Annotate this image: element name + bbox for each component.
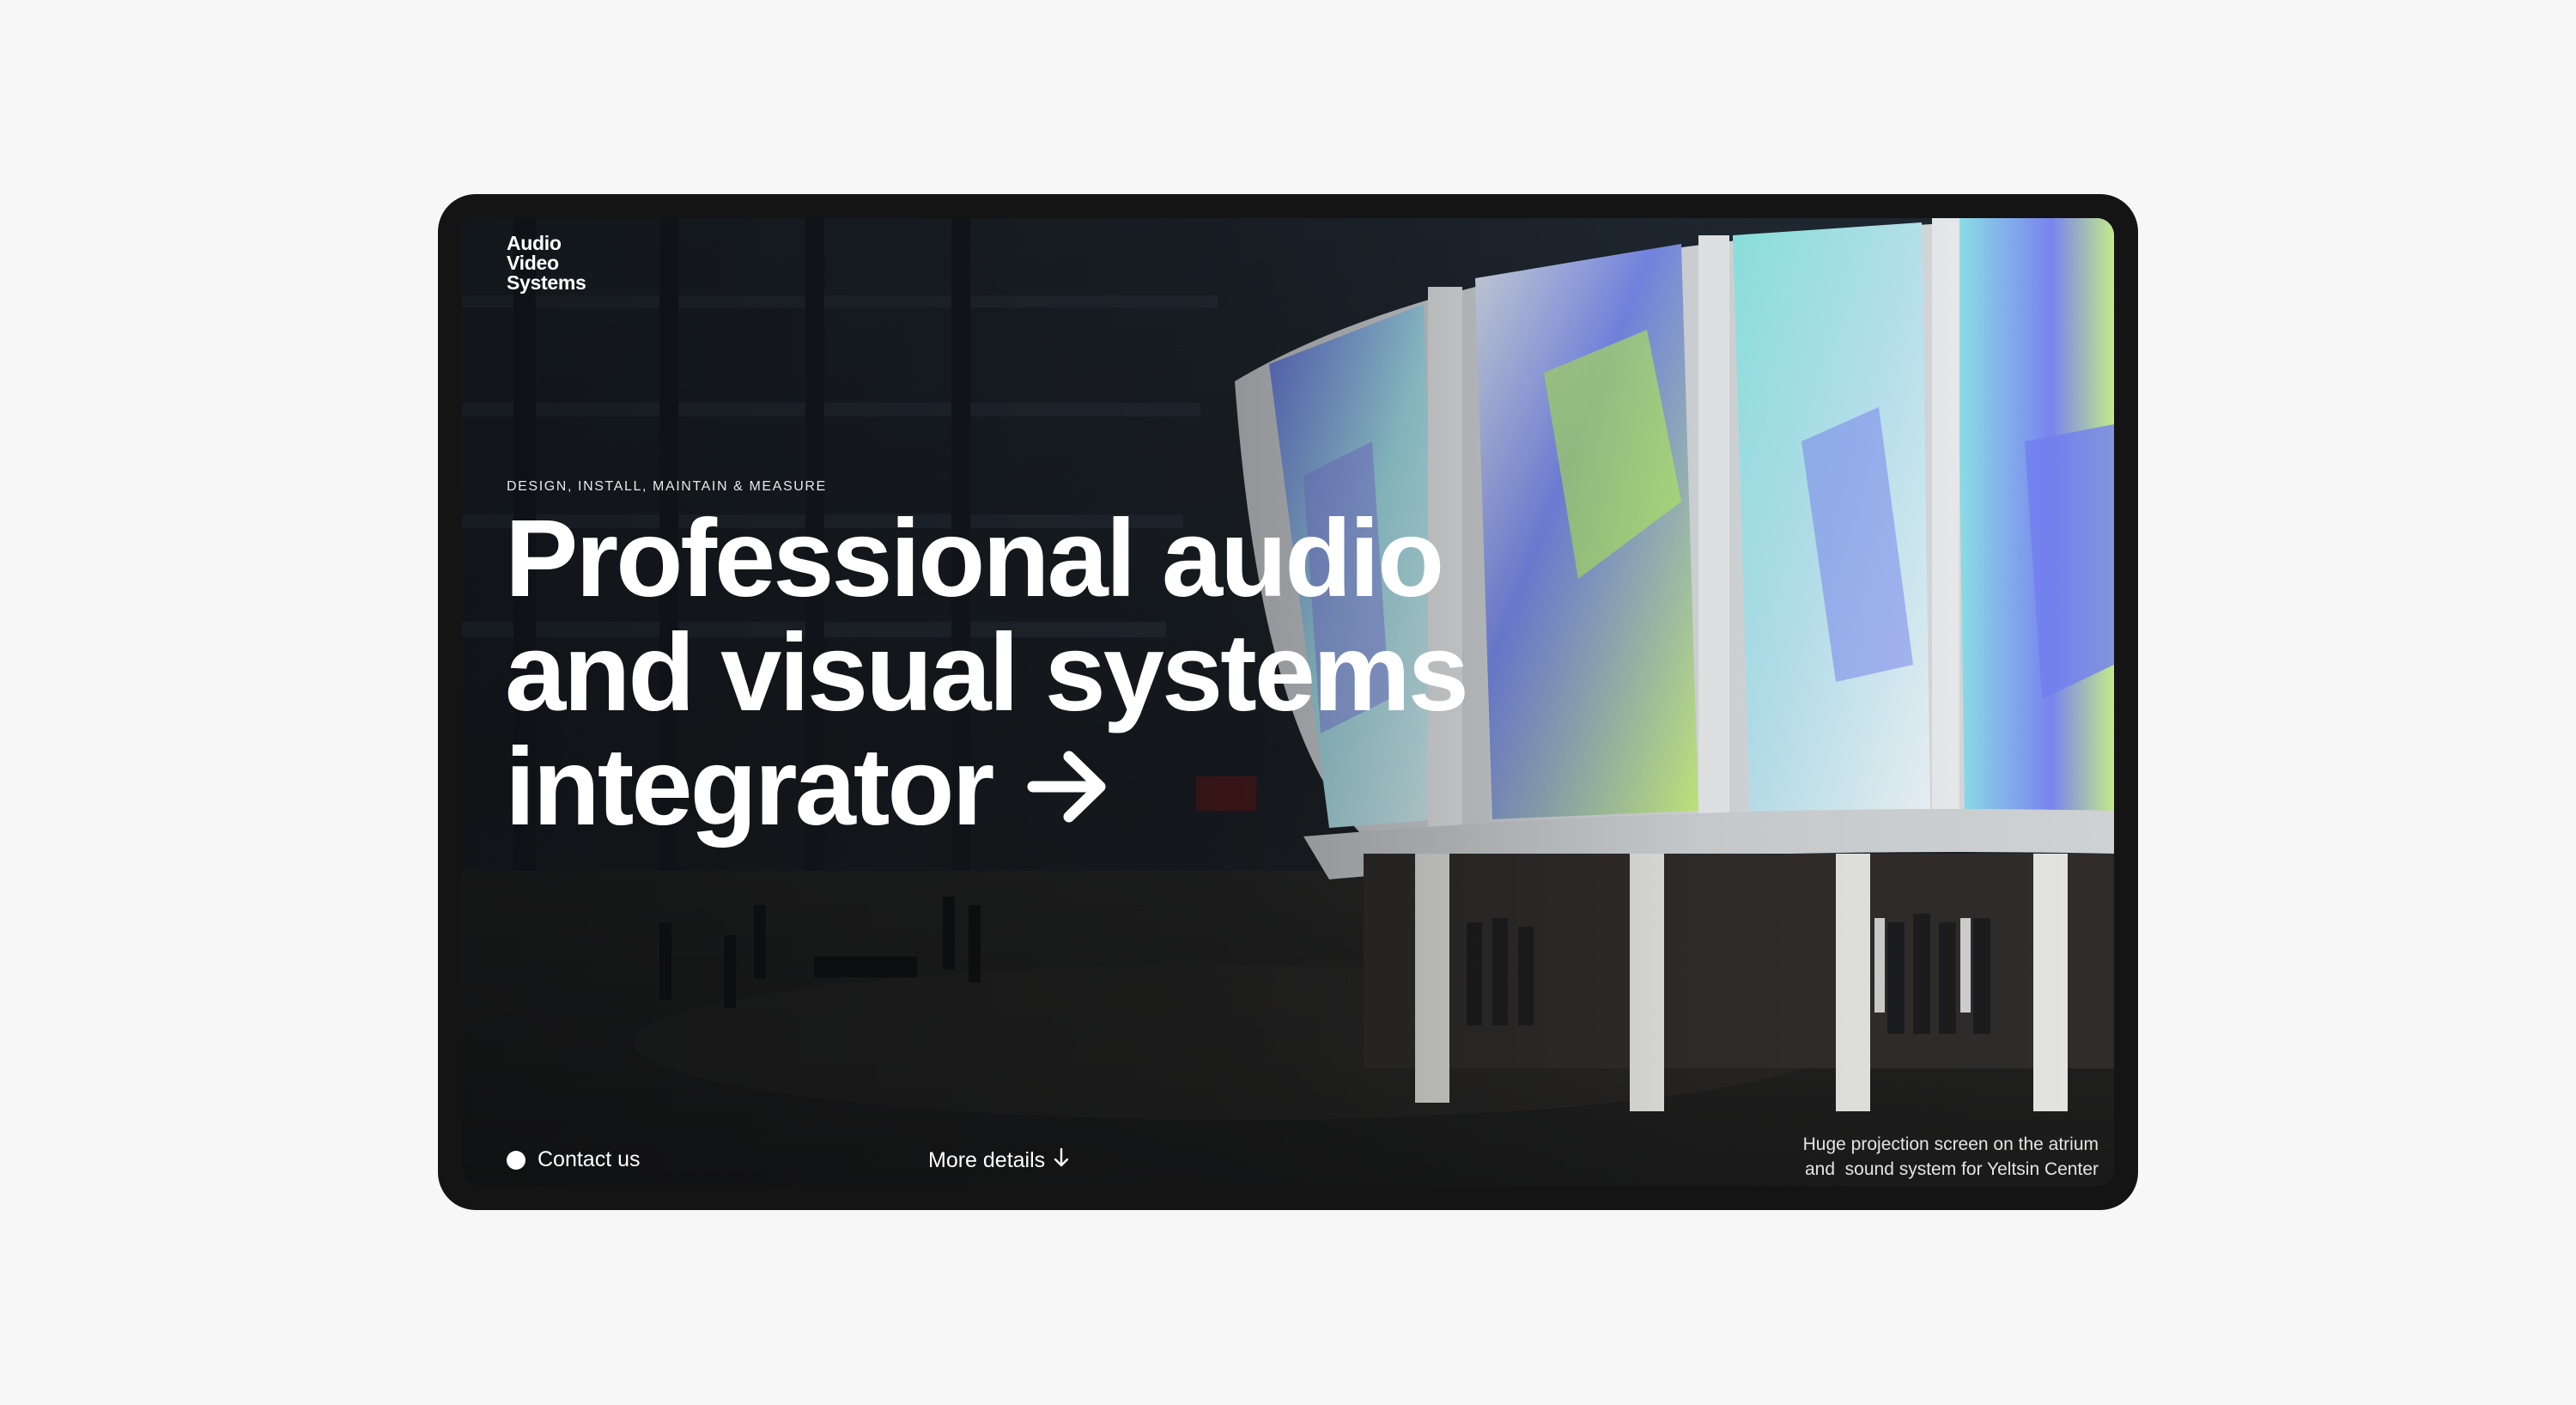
more-details-link[interactable]: More details [928, 1147, 1069, 1174]
logo-line: Video [507, 252, 559, 274]
headline-line: and visual systems [505, 611, 1469, 734]
contact-label: Contact us [538, 1147, 641, 1171]
contact-button[interactable]: Contact us [507, 1147, 641, 1172]
hero-kicker: DESIGN, INSTALL, MAINTAIN & MEASURE [507, 479, 827, 494]
hero-screen: Audio Video Systems DESIGN, INSTALL, MAI… [462, 218, 2114, 1186]
arrow-right-icon[interactable] [1026, 731, 1112, 845]
dot-icon [507, 1150, 526, 1170]
more-details-label: More details [928, 1148, 1046, 1172]
caption-line: Huge projection screen on the atrium [1802, 1134, 2099, 1154]
device-frame: Audio Video Systems DESIGN, INSTALL, MAI… [438, 194, 2138, 1210]
headline-line-last: integrator [505, 730, 1535, 845]
photo-caption: Huge projection screen on the atrium and… [1738, 1132, 2099, 1182]
arrow-down-icon [1054, 1147, 1069, 1174]
brand-logo[interactable]: Audio Video Systems [507, 234, 586, 293]
headline-line: Professional audio [505, 497, 1444, 620]
logo-line: Systems [507, 271, 586, 294]
caption-line: and sound system for Yeltsin Center [1804, 1159, 2099, 1179]
hero-headline[interactable]: Professional audio and visual systems in… [505, 502, 1535, 845]
headline-line-text: integrator [505, 726, 994, 848]
logo-line: Audio [507, 232, 562, 254]
